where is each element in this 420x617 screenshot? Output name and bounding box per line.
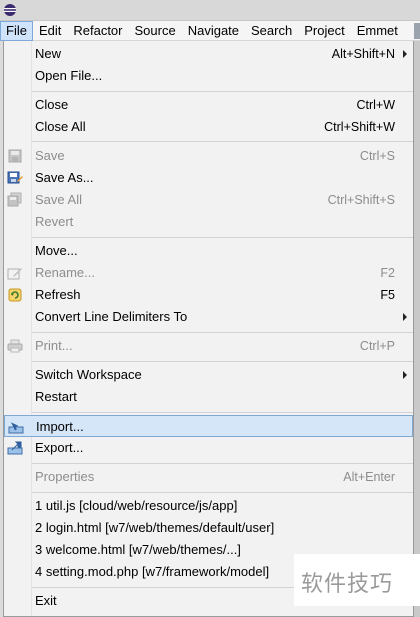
recent-file-item[interactable]: 1 util.js [cloud/web/resource/js/app] bbox=[4, 495, 413, 517]
menu-item-import-label: Import... bbox=[36, 419, 84, 434]
menu-edit[interactable]: Edit bbox=[33, 21, 67, 41]
menu-refactor[interactable]: Refactor bbox=[67, 21, 128, 41]
menu-bar: File Edit Refactor Source Navigate Searc… bbox=[0, 20, 420, 41]
menu-item-refresh-label: Refresh bbox=[35, 287, 81, 302]
toolbar-edge bbox=[414, 23, 420, 39]
menu-item-print-shortcut: Ctrl+P bbox=[359, 339, 395, 353]
menu-item-new-label: New bbox=[35, 46, 62, 61]
watermark: 软件技巧 bbox=[294, 554, 420, 606]
menu-item-save-all-label: Save All bbox=[35, 192, 82, 207]
menu-item-close-label: Close bbox=[35, 97, 69, 112]
menu-item-open-file-label: Open File... bbox=[35, 68, 103, 83]
file-menu-dropdown: New Alt+Shift+N Open File... Close Ctrl+… bbox=[3, 41, 414, 617]
save-all-icon bbox=[7, 192, 22, 207]
menu-item-close-all[interactable]: Close All Ctrl+Shift+W bbox=[4, 116, 413, 138]
menu-item-properties[interactable]: Properties Alt+Enter bbox=[4, 466, 413, 488]
save-icon bbox=[8, 149, 22, 163]
menu-item-convert-line-delimiters[interactable]: Convert Line Delimiters To bbox=[4, 306, 413, 328]
menu-item-print-label: Print... bbox=[35, 338, 73, 353]
menu-item-exit-label: Exit bbox=[35, 593, 57, 608]
menu-item-revert-label: Revert bbox=[35, 214, 74, 229]
watermark-text: 软件技巧 bbox=[301, 572, 394, 597]
menu-item-revert[interactable]: Revert bbox=[4, 211, 413, 233]
menu-separator bbox=[32, 332, 413, 333]
menu-item-open-file[interactable]: Open File... bbox=[4, 65, 413, 87]
menu-item-new-shortcut: Alt+Shift+N bbox=[331, 47, 395, 61]
menu-item-save[interactable]: Save Ctrl+S bbox=[4, 145, 413, 167]
menu-item-switch-workspace-label: Switch Workspace bbox=[35, 367, 142, 382]
menu-item-save-shortcut: Ctrl+S bbox=[359, 149, 395, 163]
menu-item-refresh[interactable]: Refresh F5 bbox=[4, 284, 413, 306]
submenu-arrow-icon bbox=[403, 371, 407, 379]
menu-item-save-as-label: Save As... bbox=[35, 170, 94, 185]
menu-project[interactable]: Project bbox=[298, 21, 350, 41]
menu-item-export[interactable]: Export... bbox=[4, 437, 413, 459]
export-icon bbox=[7, 441, 23, 455]
menu-separator bbox=[32, 361, 413, 362]
refresh-icon bbox=[8, 288, 22, 302]
recent-file-label: 2 login.html [w7/web/themes/default/user… bbox=[35, 520, 275, 535]
menu-item-save-label: Save bbox=[35, 148, 65, 163]
recent-file-item[interactable]: 2 login.html [w7/web/themes/default/user… bbox=[4, 517, 413, 539]
menu-item-properties-shortcut: Alt+Enter bbox=[343, 470, 395, 484]
menu-item-switch-workspace[interactable]: Switch Workspace bbox=[4, 364, 413, 386]
menu-item-refresh-shortcut: F5 bbox=[380, 288, 395, 302]
menu-source[interactable]: Source bbox=[129, 21, 182, 41]
menu-item-new[interactable]: New Alt+Shift+N bbox=[4, 43, 413, 65]
menu-item-import[interactable]: Import... bbox=[4, 415, 413, 437]
menu-item-close-all-label: Close All bbox=[35, 119, 86, 134]
menu-item-rename-label: Rename... bbox=[35, 265, 95, 280]
menu-item-save-all[interactable]: Save All Ctrl+Shift+S bbox=[4, 189, 413, 211]
recent-file-label: 1 util.js [cloud/web/resource/js/app] bbox=[35, 498, 238, 513]
menu-item-save-as[interactable]: Save As... bbox=[4, 167, 413, 189]
menu-separator bbox=[32, 412, 413, 413]
menu-item-rename[interactable]: Rename... F2 bbox=[4, 262, 413, 284]
rename-icon bbox=[7, 268, 22, 280]
menu-item-save-all-shortcut: Ctrl+Shift+S bbox=[327, 193, 395, 207]
menu-emmet[interactable]: Emmet bbox=[351, 21, 404, 41]
menu-item-export-label: Export... bbox=[35, 440, 84, 455]
submenu-arrow-icon bbox=[403, 50, 407, 58]
menu-item-close[interactable]: Close Ctrl+W bbox=[4, 94, 413, 116]
recent-file-label: 4 setting.mod.php [w7/framework/model] bbox=[35, 564, 270, 579]
menu-navigate[interactable]: Navigate bbox=[182, 21, 245, 41]
menu-item-close-all-shortcut: Ctrl+Shift+W bbox=[324, 120, 395, 134]
menu-separator bbox=[32, 237, 413, 238]
menu-item-rename-shortcut: F2 bbox=[380, 266, 395, 280]
eclipse-app-icon bbox=[4, 4, 16, 16]
menu-separator bbox=[32, 91, 413, 92]
save-as-icon bbox=[7, 171, 23, 184]
menu-item-properties-label: Properties bbox=[35, 469, 95, 484]
menu-item-close-shortcut: Ctrl+W bbox=[356, 98, 395, 112]
print-icon bbox=[7, 339, 23, 353]
submenu-arrow-icon bbox=[403, 313, 407, 321]
menu-search[interactable]: Search bbox=[245, 21, 298, 41]
menu-item-restart-label: Restart bbox=[35, 389, 77, 404]
menu-item-move[interactable]: Move... bbox=[4, 240, 413, 262]
menu-item-print[interactable]: Print... Ctrl+P bbox=[4, 335, 413, 357]
menu-separator bbox=[32, 141, 413, 142]
menu-file[interactable]: File bbox=[0, 20, 33, 41]
menu-separator bbox=[32, 463, 413, 464]
menu-item-move-label: Move... bbox=[35, 243, 78, 258]
menu-item-convert-label: Convert Line Delimiters To bbox=[35, 309, 188, 324]
menu-shadow bbox=[414, 41, 420, 617]
menu-separator bbox=[32, 492, 413, 493]
window-title-bar bbox=[0, 0, 420, 21]
recent-file-label: 3 welcome.html [w7/web/themes/...] bbox=[35, 542, 241, 557]
menu-item-restart[interactable]: Restart bbox=[4, 386, 413, 408]
import-icon bbox=[8, 422, 24, 434]
